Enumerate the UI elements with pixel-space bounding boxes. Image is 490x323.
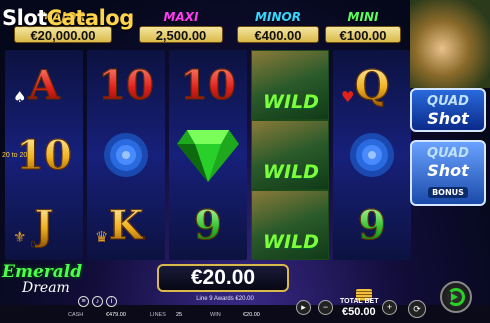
quad-shot-bonus-button[interactable]: QUAD Shot BONUS: [410, 140, 486, 206]
symbol-label: A: [28, 61, 60, 109]
jackpot-mini-label: MINI: [347, 10, 379, 24]
symbol-label: 9: [194, 201, 223, 249]
jackpot-maxi: MAXI 2,500.00: [139, 10, 223, 44]
symbol-label: K: [108, 201, 144, 249]
quad-shot-bonus-label: BONUS: [428, 187, 468, 198]
jackpot-bar: MAJOR €20,000.00 MAXI 2,500.00 MINOR €40…: [0, 0, 410, 48]
game-screen: MAJOR €20,000.00 MAXI 2,500.00 MINOR €40…: [0, 0, 490, 323]
spin-button[interactable]: [440, 281, 472, 313]
suit-icon: ♛: [95, 228, 109, 246]
logo-line1: Emerald: [2, 262, 83, 282]
lines-label: LINES: [150, 312, 166, 318]
auto-spin-icon[interactable]: ⟳: [408, 300, 426, 318]
win-line-message: Line 9 Awards €20.00: [196, 296, 254, 302]
quad-shot-bonus-line2: Shot: [427, 161, 469, 180]
character-portrait: [410, 0, 490, 88]
card-symbol: 10: [169, 50, 247, 120]
logo-line2: Dream: [22, 280, 70, 296]
quad-shot-bonus-line1: QUAD: [427, 146, 469, 161]
watermark-part1: Slot: [2, 6, 47, 30]
wild-symbol: WILD: [251, 120, 329, 190]
symbol-label: 10: [180, 61, 237, 109]
wild-symbol: WILD: [251, 190, 329, 260]
jackpot-minor-value: €400.00: [237, 26, 319, 43]
card-symbol: 9: [333, 190, 411, 260]
bet-plus-button[interactable]: +: [382, 300, 397, 315]
watermark-part2: Catalog: [46, 6, 134, 30]
jackpot-mini-value: €100.00: [325, 26, 401, 43]
symbol-label: 9: [358, 201, 387, 249]
symbol-label: J: [34, 201, 54, 249]
reel-2: 10 K ♛: [87, 50, 165, 260]
quad-shot-line1: QUAD: [427, 94, 469, 109]
total-bet-label: TOTAL BET: [340, 298, 379, 305]
suit-icon: ♥: [341, 88, 355, 106]
cash-value: €479.00: [106, 312, 126, 318]
reel-3: 10 9: [169, 50, 247, 260]
win-amount-display: €20.00: [157, 264, 289, 292]
autoplay-button[interactable]: ▸: [296, 300, 311, 315]
info-icon[interactable]: i: [106, 296, 117, 307]
card-symbol: J ⚜: [5, 190, 83, 260]
card-symbol: 9: [169, 190, 247, 260]
emerald-symbol: [169, 120, 247, 190]
suit-icon: ♠: [13, 88, 27, 106]
reel-5: Q ♥ 9: [333, 50, 411, 260]
jackpot-mini: MINI €100.00: [325, 10, 401, 44]
emerald-icon: [177, 130, 239, 182]
suit-icon: ⚜: [13, 228, 27, 246]
jackpot-minor-label: MINOR: [255, 10, 301, 24]
rose-icon: [350, 133, 394, 177]
wild-label: WILD: [263, 161, 319, 183]
win-label: WIN: [210, 312, 221, 318]
jackpot-maxi-label: MAXI: [163, 10, 199, 24]
jackpot-minor: MINOR €400.00: [237, 10, 319, 44]
menu-icon[interactable]: ≡: [78, 296, 89, 307]
win-value: €20.00: [243, 312, 260, 318]
cash-label: CASH: [68, 312, 84, 318]
blue-rose-symbol: [333, 120, 411, 190]
sound-icon[interactable]: ♪: [92, 296, 103, 307]
card-symbol: K ♛: [87, 190, 165, 260]
watermark: SlotCatalog: [2, 6, 134, 30]
quad-shot-line2: Shot: [427, 109, 469, 128]
spin-icon: [447, 288, 465, 306]
total-bet-value: €50.00: [342, 306, 376, 318]
quad-shot-button[interactable]: QUAD Shot: [410, 88, 486, 132]
wild-label: WILD: [263, 91, 319, 113]
game-logo: Emerald Dream: [2, 262, 92, 300]
blue-rose-symbol: [87, 120, 165, 190]
card-symbol: 10: [87, 50, 165, 120]
bet-minus-button[interactable]: −: [318, 300, 333, 315]
reel-4: WILD WILD WILD: [251, 50, 329, 260]
rose-icon: [104, 133, 148, 177]
symbol-label: Q: [354, 61, 390, 109]
wild-label: WILD: [263, 231, 319, 253]
payline-tag: 20 to 20: [2, 152, 28, 159]
reel-grid: A ♠ 10 J ⚜ 10 K ♛ 10 9 WILD WILD WILD Q ♥ 9: [5, 50, 411, 260]
card-symbol: Q ♥: [333, 50, 411, 120]
jackpot-maxi-value: 2,500.00: [139, 26, 223, 43]
card-symbol: A ♠: [5, 50, 83, 120]
wild-symbol: WILD: [251, 50, 329, 120]
lines-value: 25: [176, 312, 183, 318]
symbol-label: 10: [98, 61, 155, 109]
